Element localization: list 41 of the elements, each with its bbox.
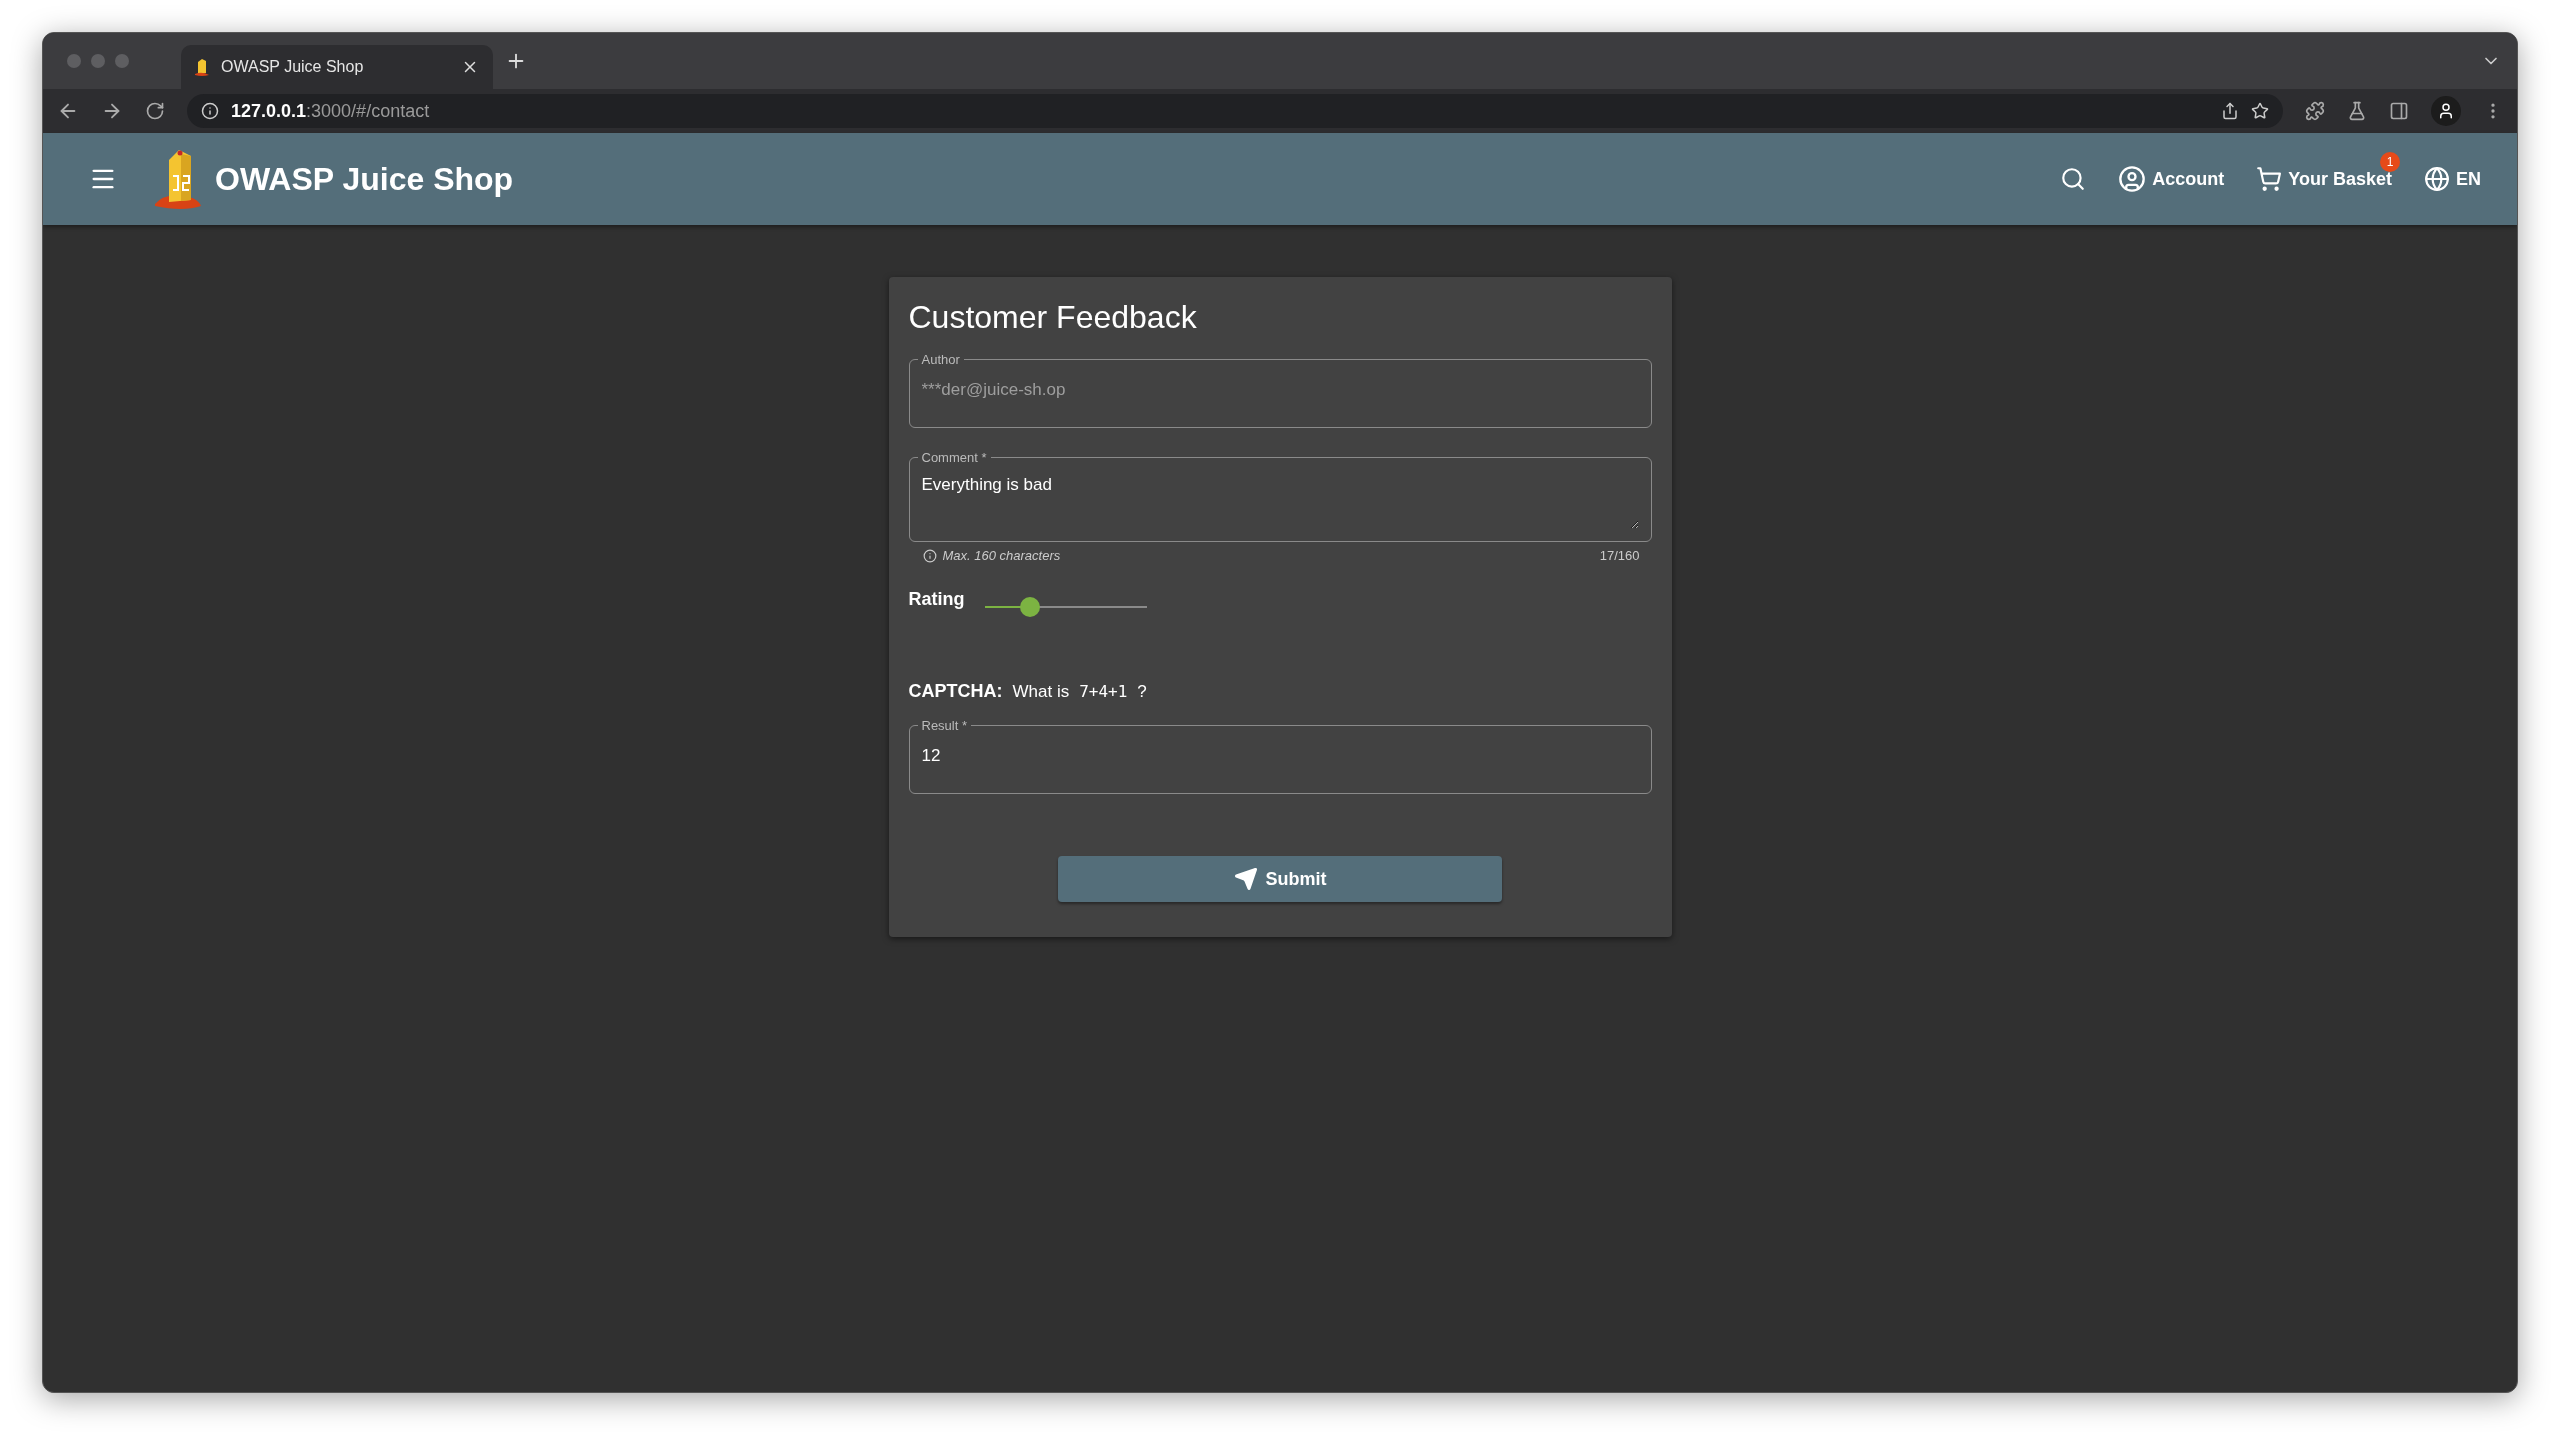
search-icon — [2060, 166, 2087, 192]
result-field-outline[interactable]: Result * 12 — [908, 718, 1652, 794]
user-circle-icon — [2118, 165, 2147, 193]
flask-icon[interactable] — [2347, 101, 2367, 121]
send-icon — [1233, 867, 1258, 891]
max-length-hint: Max. 160 characters — [942, 548, 1061, 563]
submit-button[interactable]: Submit — [1058, 856, 1502, 902]
globe-icon — [2424, 166, 2450, 192]
field-label: Author — [920, 352, 961, 367]
card-title: Customer Feedback — [908, 299, 1198, 336]
url-host: 127.0.0.1 — [231, 100, 307, 122]
side-panel-icon[interactable] — [2389, 101, 2409, 121]
account-button[interactable]: Account — [2112, 159, 2231, 199]
profile-avatar[interactable] — [2431, 96, 2461, 126]
field-label: Result * — [920, 718, 969, 733]
field-label: Comment * — [920, 450, 988, 465]
address-bar[interactable]: 127.0.0.1:3000/#/contact — [187, 94, 2283, 128]
reload-icon[interactable] — [145, 101, 165, 121]
result-field[interactable]: 12 — [921, 733, 1639, 779]
info-icon — [201, 102, 219, 120]
slider-thumb[interactable] — [1020, 597, 1040, 617]
captcha-expression: 7+4+1 — [1079, 682, 1128, 701]
cart-icon — [2256, 166, 2283, 192]
juice-box-favicon-icon — [195, 58, 209, 76]
basket-count-badge: 1 — [2380, 152, 2400, 172]
info-icon — [922, 548, 937, 563]
captcha-label: CAPTCHA: — [908, 681, 1003, 702]
character-counter: 17/160 — [1599, 548, 1640, 563]
puzzle-piece-icon[interactable] — [2305, 101, 2325, 121]
url-path: :3000/#/contact — [306, 100, 430, 122]
comment-field[interactable]: Everything is bad — [921, 465, 1639, 529]
share-icon[interactable] — [2221, 102, 2239, 120]
language-button[interactable]: EN — [2418, 160, 2487, 198]
rating-label: Rating — [908, 589, 965, 610]
comment-field-outline[interactable]: Comment * Everything is bad — [908, 450, 1652, 542]
bookmark-star-icon[interactable] — [2251, 102, 2269, 120]
browser-tab[interactable]: OWASP Juice Shop — [181, 45, 493, 89]
home-link[interactable]: OWASP Juice Shop — [153, 146, 514, 212]
captcha-question: What is — [1012, 681, 1070, 702]
question-mark: ? — [1137, 681, 1147, 702]
tab-title: OWASP Juice Shop — [221, 58, 365, 76]
